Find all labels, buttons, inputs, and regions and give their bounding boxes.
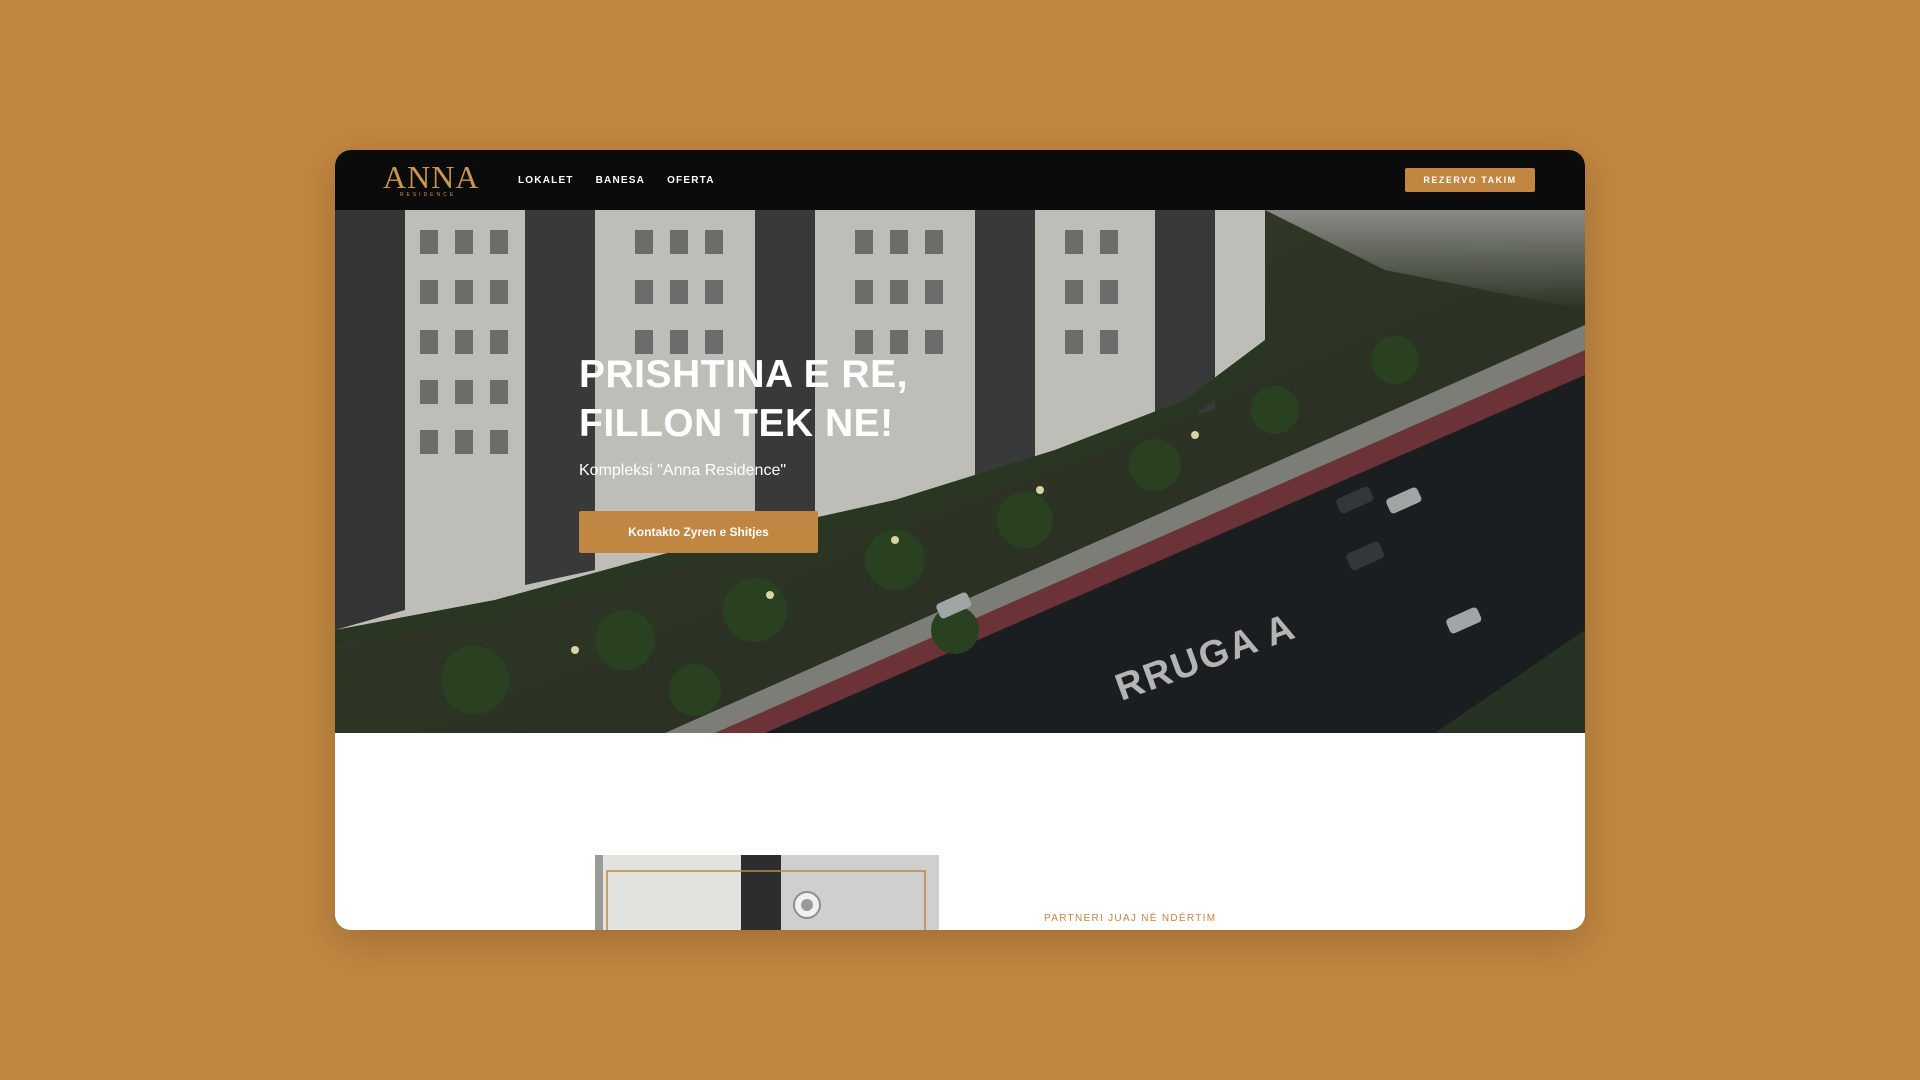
hero-overlay <box>335 210 1585 733</box>
hero-title-line-1: PRISHTINA E RE, <box>579 353 908 396</box>
section-eyebrow: PARTNERI JUAJ NË NDËRTIM <box>1044 913 1217 924</box>
book-appointment-button[interactable]: REZERVO TAKIM <box>1405 168 1535 192</box>
anna-logo[interactable]: ANNA RESIDENCE <box>383 159 480 202</box>
top-navigation: ANNA RESIDENCE LOKALET BANESA OFERTA REZ… <box>335 150 1585 210</box>
hero-title: PRISHTINA E RE, FILLON TEK NE! <box>579 350 908 448</box>
hero-title-line-2: FILLON TEK NE! <box>579 402 894 445</box>
hero-section: RRUGA A PRISHTINA E RE, FILLON TEK NE! K… <box>335 210 1585 733</box>
nav-link-lokalet[interactable]: LOKALET <box>518 175 574 186</box>
nav-link-banesa[interactable]: BANESA <box>596 175 645 186</box>
contact-sales-office-button[interactable]: Kontakto Zyren e Shitjes <box>579 511 818 553</box>
browser-window: ANNA RESIDENCE LOKALET BANESA OFERTA REZ… <box>335 150 1585 930</box>
hero-subtitle: Kompleksi "Anna Residence" <box>579 462 787 479</box>
door-detail-image <box>595 855 939 930</box>
nav-link-oferta[interactable]: OFERTA <box>667 175 715 186</box>
logo-wordmark: ANNA <box>383 159 480 195</box>
about-section: PARTNERI JUAJ NË NDËRTIM <box>335 733 1585 930</box>
nav-links: LOKALET BANESA OFERTA <box>518 150 715 210</box>
door-detail-illustration <box>595 855 939 930</box>
